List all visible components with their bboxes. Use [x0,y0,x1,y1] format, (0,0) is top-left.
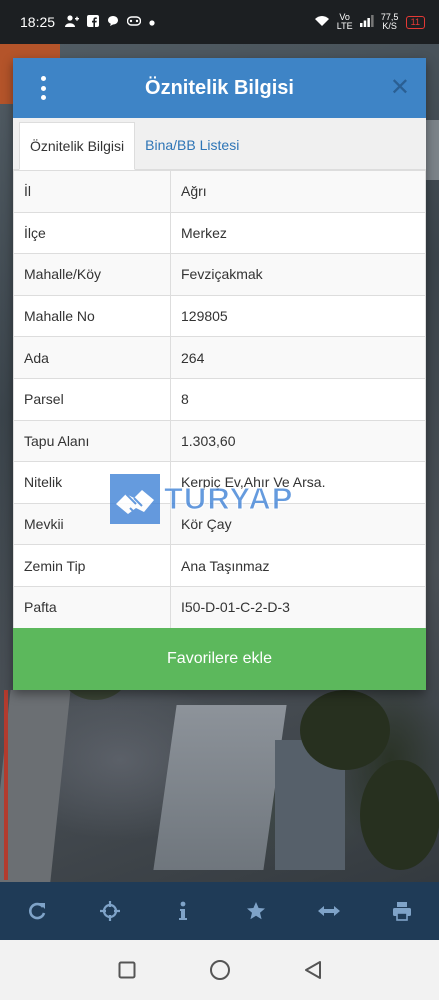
add-favorites-button[interactable]: Favorilere ekle [13,628,426,690]
row-value: 8 [170,377,426,421]
notification-icons [65,14,155,30]
table-row: Pafta I50-D-01-C-2-D-3 [13,585,426,629]
crosshair-icon[interactable] [90,891,130,931]
dialog-title: Öznitelik Bilgisi [145,76,294,99]
row-key: Mahalle No [13,294,171,338]
attribute-table: İl Ağrı İlçe Merkez Mahalle/Köy Fevziçakmak… [13,170,426,629]
table-row: Parsel 8 [13,377,426,421]
back-button[interactable] [298,955,328,985]
row-value: Fevziçakmak [170,253,426,296]
android-navigation-bar [0,940,439,1000]
tab-attribute-info[interactable]: Öznitelik Bilgisi [19,122,136,170]
row-key: Zemin Tip [13,544,171,587]
network-speed: 77,5 K/S [380,12,399,31]
table-row: İl Ağrı [13,170,426,213]
row-key: Parsel [13,377,171,421]
tab-building-list[interactable]: Bina/BB Listesi [135,121,249,169]
row-key: Tapu Alanı [13,419,171,463]
map-tree [300,690,390,770]
dot-icon [149,15,155,29]
chat-bubble-icon [107,15,119,30]
facebook-icon [87,14,100,30]
status-time: 18:25 [20,14,56,30]
row-value: Ağrı [170,170,426,213]
print-icon[interactable] [382,891,422,931]
map-toolbar [0,882,439,940]
table-row: Ada 264 [13,336,426,379]
table-row: Tapu Alanı 1.303,60 [13,419,426,463]
info-icon[interactable] [163,891,203,931]
row-key: Mahalle/Köy [13,253,171,296]
row-key: İl [13,170,171,213]
recent-apps-button[interactable] [112,955,142,985]
close-icon[interactable]: ✕ [390,74,410,102]
add-person-icon [65,14,80,30]
map-building [153,705,287,870]
signal-icon [359,15,374,29]
dialog-header: Öznitelik Bilgisi ✕ [13,58,426,118]
status-right: Vo LTE 77,5 K/S 11 [314,13,425,31]
scrollbar-thumb[interactable] [426,120,439,180]
map-tree [360,760,439,870]
gamepad-icon [126,15,142,29]
battery-indicator: 11 [405,15,425,29]
map-boundary-line [4,690,8,880]
wifi-icon [314,15,330,29]
star-icon[interactable] [236,891,276,931]
row-value: 1.303,60 [170,419,426,463]
tab-bar: Öznitelik Bilgisi Bina/BB Listesi [13,118,426,170]
map-road [0,690,71,882]
row-key: İlçe [13,211,171,255]
refresh-icon[interactable] [17,891,57,931]
row-key: Pafta [13,585,171,629]
row-value: 129805 [170,294,426,338]
more-vert-icon[interactable] [33,76,53,100]
table-row: Mahalle/Köy Fevziçakmak [13,253,426,296]
row-key: Ada [13,336,171,379]
row-value: I50-D-01-C-2-D-3 [170,585,426,629]
attribute-dialog: Öznitelik Bilgisi ✕ Öznitelik Bilgisi Bi… [13,58,426,690]
handshake-logo-icon [110,474,160,524]
table-row: Zemin Tip Ana Taşınmaz [13,544,426,587]
row-value: Ana Taşınmaz [170,544,426,587]
home-button[interactable] [205,955,235,985]
network-label: Vo LTE [336,12,353,31]
table-row: Mahalle No 129805 [13,294,426,338]
row-value: Merkez [170,211,426,255]
status-bar: 18:25 Vo LTE 77,5 K/S 11 [0,0,439,44]
watermark-text: TURYAP [163,481,294,517]
measure-icon[interactable] [309,891,349,931]
table-row: İlçe Merkez [13,211,426,255]
watermark: TURYAP [110,474,293,524]
row-value: 264 [170,336,426,379]
